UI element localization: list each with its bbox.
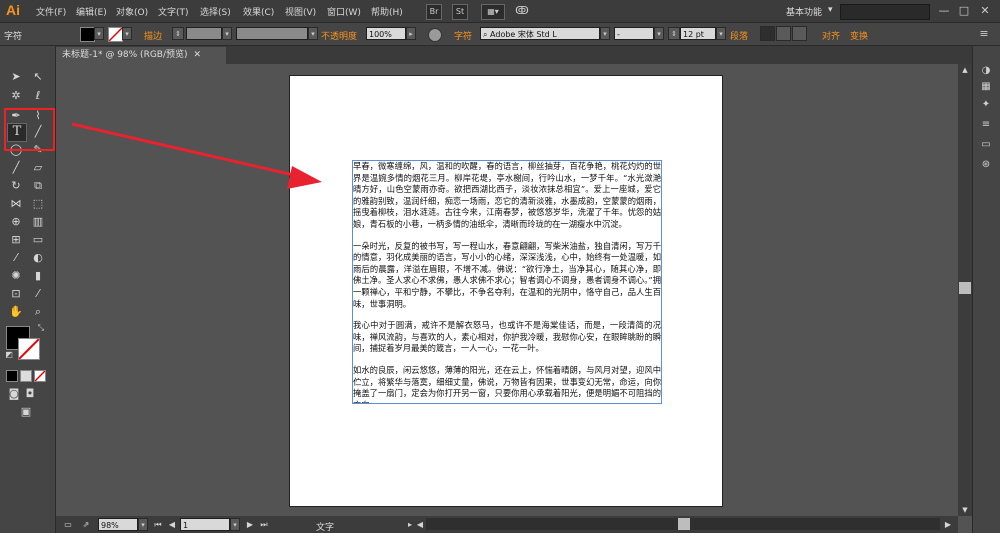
annotation-arrow xyxy=(71,122,322,189)
scroll-up-icon[interactable]: ▲ xyxy=(958,64,972,76)
zoom-field[interactable]: 98% xyxy=(98,518,138,531)
scroll-right-icon[interactable]: ▶ xyxy=(942,517,954,531)
status-arrange-icon[interactable]: ▭ xyxy=(62,517,74,531)
zoom-dropdown-icon[interactable]: ▾ xyxy=(138,518,148,531)
scroll-left-icon[interactable]: ◀ xyxy=(414,517,426,531)
artboard-number-field[interactable]: 1 xyxy=(180,518,230,531)
status-share-icon[interactable]: ⇗ xyxy=(80,517,92,531)
horizontal-scroll-thumb[interactable] xyxy=(678,518,690,530)
artboard-dropdown-icon[interactable]: ▾ xyxy=(230,518,240,531)
status-current-tool: 文字 xyxy=(316,523,335,533)
first-artboard-icon[interactable]: ⏮ xyxy=(152,517,164,531)
scroll-down-icon[interactable]: ▼ xyxy=(958,504,972,516)
next-artboard-icon[interactable]: ▶ xyxy=(244,517,256,531)
last-artboard-icon[interactable]: ⏭ xyxy=(258,517,270,531)
previous-artboard-icon[interactable]: ◀ xyxy=(166,517,178,531)
vertical-scroll-thumb[interactable] xyxy=(959,282,971,294)
